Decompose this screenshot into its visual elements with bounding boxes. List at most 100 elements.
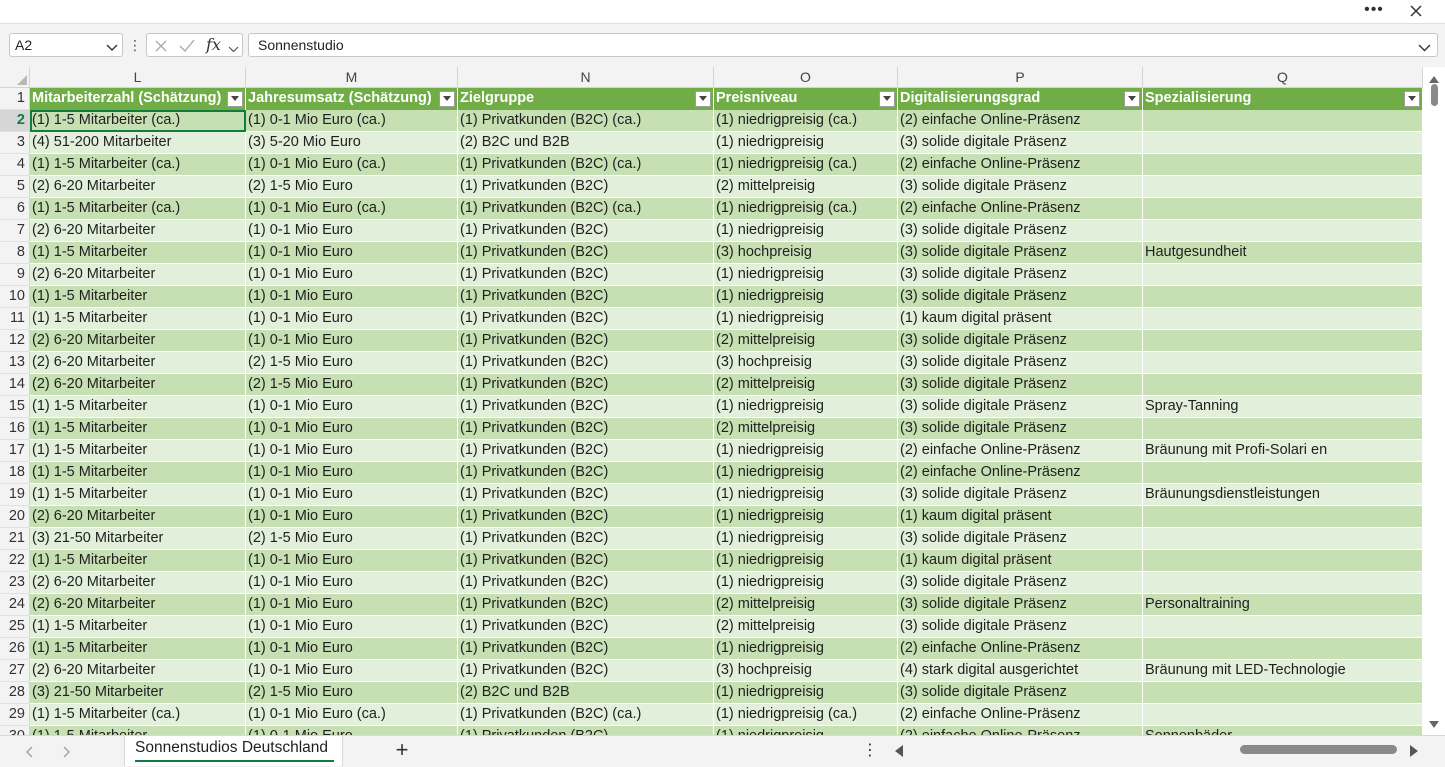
table-cell[interactable]: (2) mittelpreisig [714, 616, 898, 638]
table-cell[interactable]: (3) solide digitale Präsenz [898, 352, 1143, 374]
table-cell[interactable]: (1) 1-5 Mitarbeiter [30, 286, 246, 308]
table-cell[interactable]: (1) Privatkunden (B2C) [458, 528, 714, 550]
table-cell[interactable]: (2) einfache Online-Präsenz [898, 440, 1143, 462]
row-number[interactable]: 29 [0, 704, 30, 726]
filter-dropdown-icon[interactable] [439, 91, 455, 107]
check-icon[interactable] [178, 38, 196, 54]
table-cell[interactable]: (1) 1-5 Mitarbeiter [30, 242, 246, 264]
row-number[interactable]: 22 [0, 550, 30, 572]
table-cell[interactable]: (1) niedrigpreisig [714, 132, 898, 154]
row-number[interactable]: 27 [0, 660, 30, 682]
table-cell[interactable]: (1) 1-5 Mitarbeiter (ca.) [30, 154, 246, 176]
table-cell[interactable]: (2) einfache Online-Präsenz [898, 154, 1143, 176]
table-cell[interactable]: (2) 1-5 Mio Euro [246, 682, 458, 704]
table-cell[interactable]: (2) 6-20 Mitarbeiter [30, 220, 246, 242]
table-cell[interactable] [1143, 374, 1423, 396]
table-cell[interactable] [1143, 220, 1423, 242]
table-cell[interactable]: (2) mittelpreisig [714, 374, 898, 396]
table-cell[interactable]: (4) 51-200 Mitarbeiter [30, 132, 246, 154]
table-cell[interactable]: (1) Privatkunden (B2C) (ca.) [458, 110, 714, 132]
row-number[interactable]: 3 [0, 132, 30, 154]
table-cell[interactable]: (2) einfache Online-Präsenz [898, 462, 1143, 484]
table-cell[interactable]: (1) niedrigpreisig [714, 528, 898, 550]
table-header-cell[interactable]: Zielgruppe [458, 88, 714, 110]
table-cell[interactable]: (1) 1-5 Mitarbeiter [30, 440, 246, 462]
row-number[interactable]: 13 [0, 352, 30, 374]
scroll-down-icon[interactable] [1428, 717, 1440, 728]
table-cell[interactable]: (1) 0-1 Mio Euro [246, 550, 458, 572]
table-cell[interactable]: (1) Privatkunden (B2C) [458, 550, 714, 572]
table-cell[interactable]: (1) Privatkunden (B2C) [458, 484, 714, 506]
table-cell[interactable] [1143, 682, 1423, 704]
table-cell[interactable]: (1) kaum digital präsent [898, 550, 1143, 572]
table-cell[interactable]: Bräunung mit LED-Technologie [1143, 660, 1423, 682]
table-cell[interactable]: (1) niedrigpreisig [714, 286, 898, 308]
table-cell[interactable] [1143, 352, 1423, 374]
row-number[interactable]: 8 [0, 242, 30, 264]
table-cell[interactable]: (2) einfache Online-Präsenz [898, 726, 1143, 735]
table-cell[interactable]: (1) 1-5 Mitarbeiter [30, 396, 246, 418]
table-cell[interactable]: (1) 0-1 Mio Euro (ca.) [246, 110, 458, 132]
close-icon[interactable] [1403, 1, 1429, 23]
table-cell[interactable]: (1) niedrigpreisig [714, 550, 898, 572]
table-cell[interactable] [1143, 616, 1423, 638]
table-cell[interactable]: (3) solide digitale Präsenz [898, 242, 1143, 264]
table-cell[interactable]: (3) hochpreisig [714, 660, 898, 682]
table-cell[interactable]: (1) niedrigpreisig [714, 572, 898, 594]
table-cell[interactable]: (3) solide digitale Präsenz [898, 176, 1143, 198]
column-header[interactable]: L [30, 67, 246, 88]
table-cell[interactable]: Sonnenbäder [1143, 726, 1423, 735]
table-cell[interactable]: (1) 0-1 Mio Euro [246, 660, 458, 682]
table-cell[interactable]: (1) niedrigpreisig [714, 462, 898, 484]
vertical-scrollbar[interactable] [1423, 67, 1445, 735]
table-cell[interactable]: (1) 0-1 Mio Euro [246, 572, 458, 594]
table-cell[interactable]: Bräunung mit Profi-Solari en [1143, 440, 1423, 462]
table-cell[interactable]: (1) 1-5 Mitarbeiter [30, 726, 246, 735]
table-cell[interactable]: (1) 0-1 Mio Euro [246, 418, 458, 440]
table-cell[interactable]: (1) niedrigpreisig [714, 440, 898, 462]
filter-dropdown-icon[interactable] [227, 91, 243, 107]
table-header-cell[interactable]: Digitalisierungsgrad [898, 88, 1143, 110]
table-cell[interactable]: (2) B2C und B2B [458, 682, 714, 704]
table-cell[interactable]: (2) einfache Online-Präsenz [898, 198, 1143, 220]
table-cell[interactable] [1143, 264, 1423, 286]
row-number[interactable]: 12 [0, 330, 30, 352]
row-number[interactable]: 6 [0, 198, 30, 220]
spreadsheet-grid[interactable]: LMNOPQ 1 Mitarbeiterzahl (Schätzung) Jahre… [0, 67, 1445, 735]
formula-input[interactable]: Sonnenstudio [248, 33, 1438, 57]
row-number[interactable]: 30 [0, 726, 30, 735]
table-cell[interactable]: (1) 1-5 Mitarbeiter [30, 462, 246, 484]
table-cell[interactable]: (1) 0-1 Mio Euro (ca.) [246, 154, 458, 176]
table-cell[interactable]: (2) 1-5 Mio Euro [246, 352, 458, 374]
table-cell[interactable]: (2) mittelpreisig [714, 330, 898, 352]
table-cell[interactable] [1143, 418, 1423, 440]
table-cell[interactable] [1143, 572, 1423, 594]
select-all-corner[interactable] [0, 67, 30, 88]
row-number[interactable]: 14 [0, 374, 30, 396]
plus-icon[interactable]: + [390, 739, 414, 763]
row-number[interactable]: 1 [0, 88, 30, 110]
row-number[interactable]: 11 [0, 308, 30, 330]
table-cell[interactable]: (1) 0-1 Mio Euro [246, 220, 458, 242]
table-cell[interactable]: (3) solide digitale Präsenz [898, 484, 1143, 506]
column-header[interactable]: Q [1143, 67, 1423, 88]
table-cell[interactable]: (1) kaum digital präsent [898, 308, 1143, 330]
table-cell[interactable]: Spray-Tanning [1143, 396, 1423, 418]
table-cell[interactable]: (1) 1-5 Mitarbeiter [30, 638, 246, 660]
table-cell[interactable]: (1) Privatkunden (B2C) [458, 352, 714, 374]
table-cell[interactable]: (3) hochpreisig [714, 242, 898, 264]
table-cell[interactable]: (1) 0-1 Mio Euro [246, 616, 458, 638]
table-cell[interactable]: (3) solide digitale Präsenz [898, 528, 1143, 550]
fx-icon[interactable]: fx [206, 35, 221, 54]
table-cell[interactable]: (1) Privatkunden (B2C) [458, 440, 714, 462]
table-cell[interactable]: (2) 6-20 Mitarbeiter [30, 374, 246, 396]
row-number[interactable]: 17 [0, 440, 30, 462]
table-cell[interactable]: (2) mittelpreisig [714, 594, 898, 616]
column-header[interactable]: O [714, 67, 898, 88]
table-cell[interactable]: (2) 6-20 Mitarbeiter [30, 330, 246, 352]
table-cell[interactable]: (3) solide digitale Präsenz [898, 396, 1143, 418]
table-cell[interactable]: (1) 0-1 Mio Euro [246, 286, 458, 308]
more-icon[interactable]: ••• [1361, 1, 1387, 23]
filter-dropdown-icon[interactable] [695, 91, 711, 107]
filter-dropdown-icon[interactable] [1124, 91, 1140, 107]
